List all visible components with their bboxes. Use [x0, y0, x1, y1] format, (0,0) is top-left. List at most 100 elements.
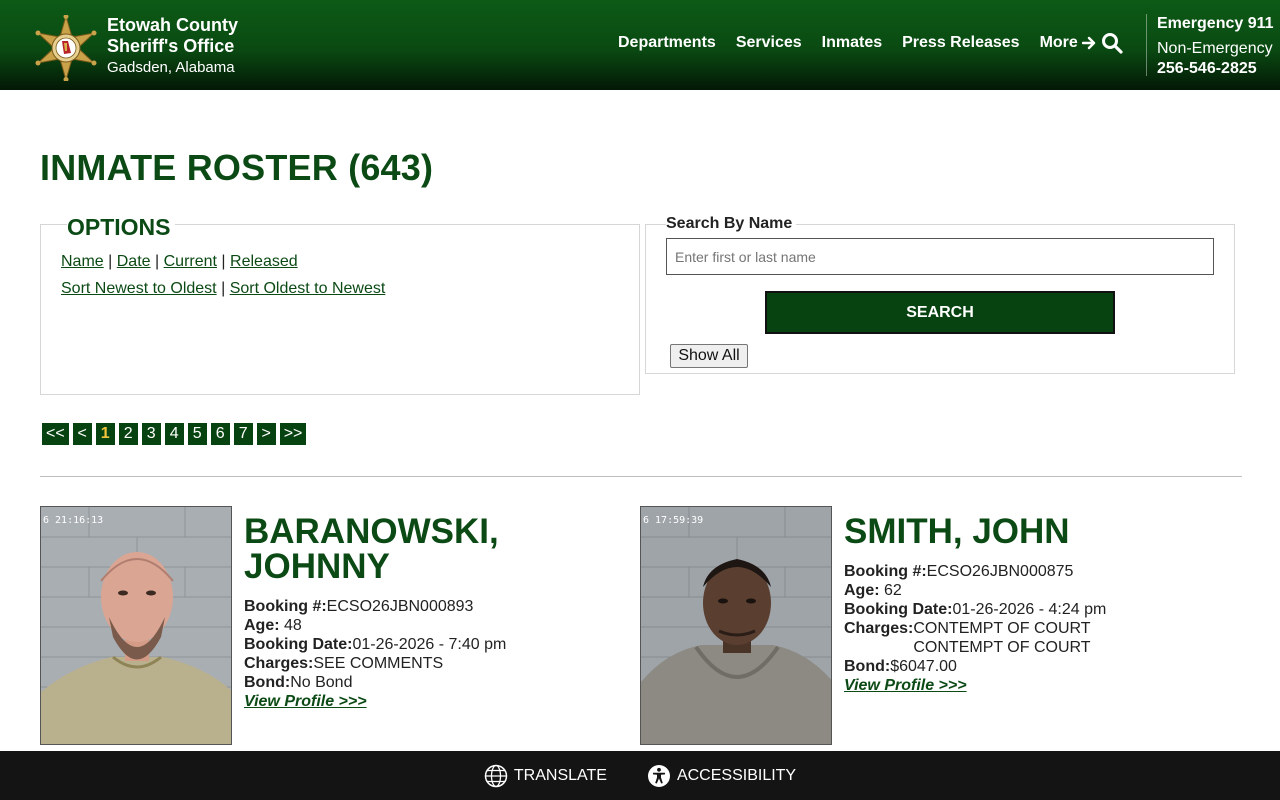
bond-label: Bond:: [844, 658, 891, 675]
page-next[interactable]: >: [256, 423, 276, 445]
inmate-card: 6 21:16:13 BARANOWSKI, JOHNNY Booking #:…: [40, 506, 630, 746]
charges-label: Charges:: [244, 655, 314, 672]
sort-newest-link[interactable]: Sort Newest to Oldest: [61, 280, 217, 297]
translate-label: TRANSLATE: [513, 766, 607, 784]
age-value: 48: [284, 617, 302, 634]
sheriff-star-badge-icon[interactable]: [31, 15, 101, 81]
charges-row: Charges: SEE COMMENTS: [244, 654, 624, 673]
options-panel: [40, 224, 640, 395]
separator: |: [155, 253, 160, 270]
inmate-info: BARANOWSKI, JOHNNY Booking #:ECSO26JBN00…: [244, 514, 624, 711]
search-button[interactable]: SEARCH: [765, 291, 1115, 334]
age-label: Age:: [844, 582, 880, 599]
page-5[interactable]: 5: [187, 423, 207, 445]
bond-label: Bond:: [244, 674, 291, 691]
bond-value: No Bond: [290, 674, 353, 691]
options-sort-row: Sort Newest to Oldest | Sort Oldest to N…: [61, 280, 385, 298]
contact-info: Emergency 911 Non-Emergency 256-546-2825: [1157, 14, 1277, 79]
brand-county: Etowah County: [107, 15, 238, 35]
page-2[interactable]: 2: [118, 423, 138, 445]
page-first[interactable]: <<: [42, 423, 69, 445]
booking-date-label: Booking Date:: [844, 601, 953, 618]
emergency-number[interactable]: Emergency 911: [1157, 14, 1277, 34]
page-3[interactable]: 3: [141, 423, 161, 445]
separator: |: [221, 280, 226, 297]
inmate-name[interactable]: BARANOWSKI, JOHNNY: [244, 514, 624, 584]
page-prev[interactable]: <: [72, 423, 92, 445]
header-divider: [1146, 14, 1147, 76]
nav-departments[interactable]: Departments: [618, 34, 716, 52]
charge-item: SEE COMMENTS: [313, 655, 444, 672]
accessibility-label: ACCESSIBILITY: [676, 766, 797, 784]
mugshot-image: 6 21:16:13: [41, 507, 231, 744]
section-divider: [40, 476, 1242, 477]
page-6[interactable]: 6: [210, 423, 230, 445]
inmate-mugshot[interactable]: 6 17:59:39: [640, 506, 832, 745]
search-icon[interactable]: [1101, 32, 1123, 54]
filter-released-link[interactable]: Released: [230, 253, 298, 270]
bond-row: Bond:No Bond: [244, 673, 624, 692]
mugshot-timestamp: 6 17:59:39: [643, 515, 703, 526]
globe-icon: [484, 764, 508, 787]
separator: |: [221, 253, 226, 270]
inmate-info: SMITH, JOHN Booking #:ECSO26JBN000875 Ag…: [844, 514, 1224, 695]
accessibility-icon: [647, 764, 670, 787]
page-1[interactable]: 1: [95, 423, 115, 445]
page-last[interactable]: >>: [279, 423, 307, 445]
page-4[interactable]: 4: [164, 423, 184, 445]
age-label: Age:: [244, 617, 280, 634]
booking-number: ECSO26JBN000893: [326, 598, 474, 615]
booking-number-label: Booking #:: [244, 598, 327, 615]
nav-more-label: More: [1039, 34, 1078, 51]
charge-item: CONTEMPT OF COURT: [913, 620, 1091, 637]
show-all-button[interactable]: Show All: [670, 344, 748, 368]
site-header: Etowah County Sheriff's Office Gadsden, …: [0, 0, 1280, 90]
non-emergency-phone[interactable]: 256-546-2825: [1157, 59, 1277, 79]
age-value: 62: [884, 582, 902, 599]
page-7[interactable]: 7: [233, 423, 253, 445]
filter-name-link[interactable]: Name: [61, 253, 104, 270]
booking-date: 01-26-2026 - 7:40 pm: [352, 636, 507, 653]
bond-value: $6047.00: [890, 658, 957, 675]
inmate-card: 6 17:59:39 SMITH, JOHN Booking #:ECSO26J…: [640, 506, 1230, 746]
mugshot-image: 6 17:59:39: [641, 507, 831, 744]
view-profile-link[interactable]: View Profile >>>: [844, 676, 967, 695]
booking-date-label: Booking Date:: [244, 636, 353, 653]
arrow-right-icon: [1081, 36, 1095, 50]
age-row: Age: 48: [244, 616, 624, 635]
filter-date-link[interactable]: Date: [117, 253, 151, 270]
booking-number: ECSO26JBN000875: [926, 563, 1074, 580]
translate-button[interactable]: TRANSLATE: [484, 764, 607, 788]
mugshot-timestamp: 6 21:16:13: [43, 515, 103, 526]
filter-current-link[interactable]: Current: [164, 253, 217, 270]
booking-number-row: Booking #:ECSO26JBN000893: [244, 597, 624, 616]
charges-row: Charges: CONTEMPT OF COURT CONTEMPT OF COU…: [844, 619, 1224, 657]
inmate-name[interactable]: SMITH, JOHN: [844, 514, 1224, 549]
nav-services[interactable]: Services: [736, 34, 802, 52]
separator: |: [108, 253, 113, 270]
booking-number-row: Booking #:ECSO26JBN000875: [844, 562, 1224, 581]
view-profile-link[interactable]: View Profile >>>: [244, 692, 367, 711]
sort-oldest-link[interactable]: Sort Oldest to Newest: [230, 280, 386, 297]
non-emergency-label: Non-Emergency: [1157, 40, 1273, 57]
bottom-toolbar: TRANSLATE ACCESSIBILITY: [0, 751, 1280, 800]
pagination: << < 1 2 3 4 5 6 7 > >>: [42, 423, 310, 445]
charges-label: Charges:: [844, 620, 914, 637]
brand-office: Sheriff's Office: [107, 36, 235, 56]
search-name-input[interactable]: [666, 238, 1214, 275]
options-title: OPTIONS: [67, 214, 175, 241]
page-title: INMATE ROSTER (643): [40, 147, 434, 188]
nav-press-releases[interactable]: Press Releases: [902, 34, 1019, 52]
booking-date-row: Booking Date:01-26-2026 - 7:40 pm: [244, 635, 624, 654]
site-brand[interactable]: Etowah County Sheriff's Office Gadsden, …: [107, 15, 238, 78]
accessibility-button[interactable]: ACCESSIBILITY: [647, 764, 796, 788]
age-row: Age: 62: [844, 581, 1224, 600]
inmate-mugshot[interactable]: 6 21:16:13: [40, 506, 232, 745]
nav-more[interactable]: More: [1040, 34, 1097, 52]
main-nav: Departments Services Inmates Press Relea…: [618, 34, 1097, 52]
booking-date: 01-26-2026 - 4:24 pm: [952, 601, 1107, 618]
nav-inmates[interactable]: Inmates: [822, 34, 882, 52]
bond-row: Bond:$6047.00: [844, 657, 1224, 676]
charge-item: CONTEMPT OF COURT: [913, 639, 1091, 656]
brand-location: Gadsden, Alabama: [107, 59, 235, 76]
